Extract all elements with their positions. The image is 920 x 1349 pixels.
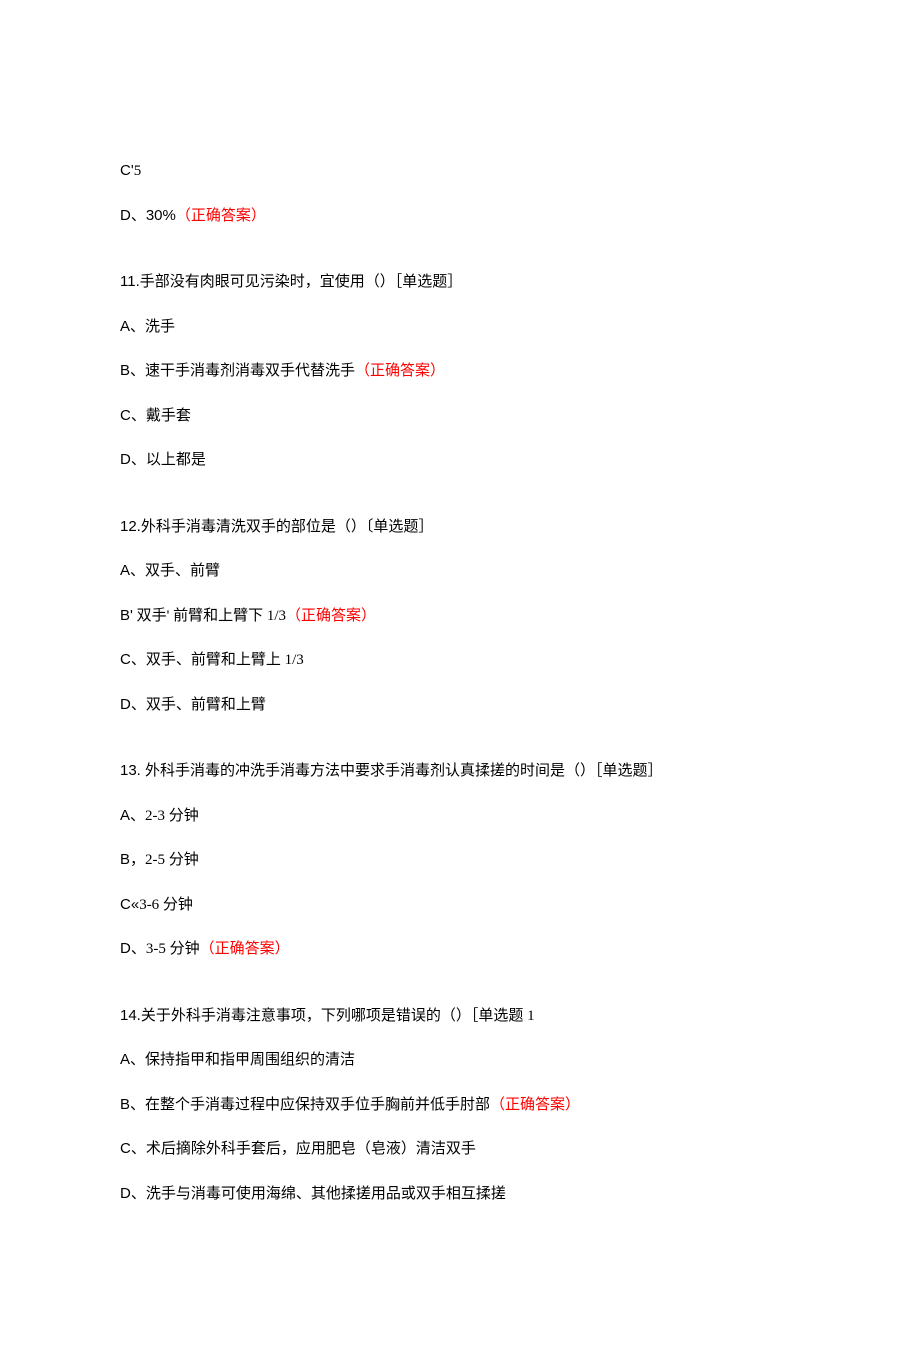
option-line: B' 双手' 前臂和上臂下 1/3（正确答案） — [120, 605, 800, 628]
option-line: C«3-6 分钟 — [120, 894, 800, 917]
option-text: 30% — [146, 207, 176, 224]
option-prefix: C、 — [120, 1140, 146, 1157]
option-line: A、2-3 分钟 — [120, 805, 800, 828]
option-prefix: A、 — [120, 318, 145, 335]
option-prefix: B、 — [120, 1096, 145, 1113]
question-number: 14. — [120, 1007, 141, 1024]
option-text: 3-5 分钟 — [146, 941, 200, 957]
option-text: 3-6 分钟 — [139, 897, 193, 913]
option-prefix: C' — [120, 162, 134, 179]
option-text: 保持指甲和指甲周围组织的清洁 — [145, 1052, 355, 1068]
option-line: B、速干手消毒剂消毒双手代替洗手（正确答案） — [120, 360, 800, 383]
option-line: C、双手、前臂和上臂上 1/3 — [120, 649, 800, 672]
option-prefix: B， — [120, 851, 145, 868]
option-text: 双手、前臂 — [145, 563, 220, 579]
question-13: 13. 外科手消毒的冲洗手消毒方法中要求手消毒剂认真揉搓的时间是（）［单选题］ … — [120, 760, 800, 961]
question-12: 12.外科手消毒清洗双手的部位是（）〔单选题］ A、双手、前臂 B' 双手' 前… — [120, 516, 800, 717]
option-prefix: D、 — [120, 451, 146, 468]
option-text: 5 — [134, 163, 142, 179]
option-line: C、戴手套 — [120, 405, 800, 428]
option-text: 速干手消毒剂消毒双手代替洗手 — [145, 363, 355, 379]
option-prefix: D、 — [120, 207, 146, 224]
question-stem: 13. 外科手消毒的冲洗手消毒方法中要求手消毒剂认真揉搓的时间是（）［单选题］ — [120, 760, 800, 783]
question-stem: 11.手部没有肉眼可见污染时，宜使用（）［单选题］ — [120, 271, 800, 294]
option-line: D、30%（正确答案） — [120, 205, 800, 228]
correct-answer-label: （正确答案） — [490, 1097, 580, 1113]
correct-answer-label: （正确答案） — [200, 941, 290, 957]
option-text: 双手' 前臂和上臂下 1/3 — [133, 608, 286, 624]
option-line: D、以上都是 — [120, 449, 800, 472]
option-prefix: C« — [120, 896, 139, 913]
option-text: 术后摘除外科手套后，应用肥皂（皂液）清洁双手 — [146, 1141, 476, 1157]
question-number: 11. — [120, 273, 140, 290]
question-text: 外科手消毒的冲洗手消毒方法中要求手消毒剂认真揉搓的时间是（）［单选题］ — [145, 763, 663, 779]
option-line: C、术后摘除外科手套后，应用肥皂（皂液）清洁双手 — [120, 1138, 800, 1161]
option-text: 2-3 分钟 — [145, 808, 199, 824]
option-line: A、双手、前臂 — [120, 560, 800, 583]
question-text: 外科手消毒清洗双手的部位是（）〔单选题］ — [141, 519, 434, 535]
question-10-partial: C'5 D、30%（正确答案） — [120, 160, 800, 227]
question-number: 13. — [120, 762, 145, 779]
question-11: 11.手部没有肉眼可见污染时，宜使用（）［单选题］ A、洗手 B、速干手消毒剂消… — [120, 271, 800, 472]
option-line: A、洗手 — [120, 316, 800, 339]
option-text: 戴手套 — [146, 408, 191, 424]
option-text: 洗手与消毒可使用海绵、其他揉搓用品或双手相互揉搓 — [146, 1186, 506, 1202]
correct-answer-label: （正确答案） — [286, 608, 376, 624]
option-prefix: C、 — [120, 407, 146, 424]
option-text: 洗手 — [145, 319, 175, 335]
option-prefix: A、 — [120, 562, 145, 579]
question-number: 12. — [120, 518, 141, 535]
option-line: B，2-5 分钟 — [120, 849, 800, 872]
option-prefix: D、 — [120, 1185, 146, 1202]
option-text: 2-5 分钟 — [145, 852, 199, 868]
option-prefix: D、 — [120, 696, 146, 713]
option-text: 双手、前臂和上臂 — [146, 697, 266, 713]
option-prefix: B' — [120, 607, 133, 624]
option-line: D、3-5 分钟（正确答案） — [120, 938, 800, 961]
question-14: 14.关于外科手消毒注意事项，下列哪项是错误的（）［单选题 1 A、保持指甲和指… — [120, 1005, 800, 1206]
question-stem: 12.外科手消毒清洗双手的部位是（）〔单选题］ — [120, 516, 800, 539]
option-line: D、洗手与消毒可使用海绵、其他揉搓用品或双手相互揉搓 — [120, 1183, 800, 1206]
option-line: B、在整个手消毒过程中应保持双手位手胸前并低手肘部（正确答案） — [120, 1094, 800, 1117]
question-text: 关于外科手消毒注意事项，下列哪项是错误的（）［单选题 1 — [141, 1008, 535, 1024]
option-prefix: A、 — [120, 807, 145, 824]
option-line: A、保持指甲和指甲周围组织的清洁 — [120, 1049, 800, 1072]
question-stem: 14.关于外科手消毒注意事项，下列哪项是错误的（）［单选题 1 — [120, 1005, 800, 1028]
option-text: 以上都是 — [146, 452, 206, 468]
option-text: 双手、前臂和上臂上 1/3 — [146, 652, 304, 668]
option-prefix: C、 — [120, 651, 146, 668]
question-text: 手部没有肉眼可见污染时，宜使用（）［单选题］ — [140, 274, 463, 290]
option-prefix: D、 — [120, 940, 146, 957]
option-line: C'5 — [120, 160, 800, 183]
option-prefix: A、 — [120, 1051, 145, 1068]
option-prefix: B、 — [120, 362, 145, 379]
correct-answer-label: （正确答案） — [176, 208, 266, 224]
option-text: 在整个手消毒过程中应保持双手位手胸前并低手肘部 — [145, 1097, 490, 1113]
option-line: D、双手、前臂和上臂 — [120, 694, 800, 717]
correct-answer-label: （正确答案） — [355, 363, 445, 379]
